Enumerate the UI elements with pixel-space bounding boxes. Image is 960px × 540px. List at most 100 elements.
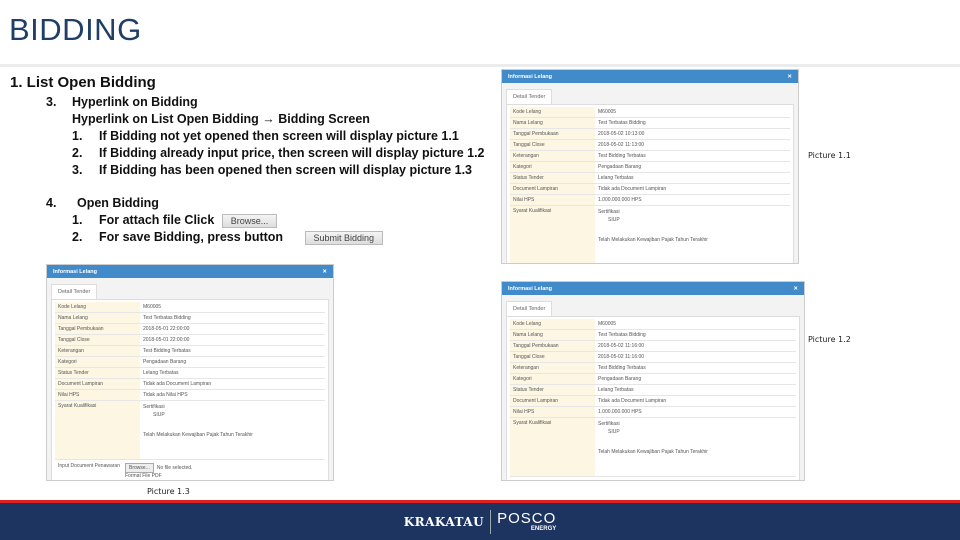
modal-header: Informasi Lelang ✕ xyxy=(47,265,333,278)
step4-item-2: For save Bidding, press button Submit Bi… xyxy=(99,230,384,245)
detail-value: M60005 xyxy=(598,109,617,115)
detail-value: 2018-05-02 11:16:00 xyxy=(598,343,645,349)
status-note: Bidding Already Input Price xyxy=(510,477,796,480)
detail-row: Keterangan Test Bidding Terbatas xyxy=(510,151,790,162)
close-icon[interactable]: ✕ xyxy=(787,74,792,80)
detail-label: Nilai HPS xyxy=(510,407,595,417)
detail-label: Keterangan xyxy=(55,346,140,356)
posco-energy-logo: POSCO ENERGY xyxy=(497,511,556,532)
detail-value: M60005 xyxy=(143,304,162,310)
step3-item-1-num: 1. xyxy=(72,129,83,143)
detail-value: 2018-05-02 11:13:00 xyxy=(598,142,645,148)
detail-label: Kategori xyxy=(510,162,595,172)
detail-value: 2018-05-02 10:13:00 xyxy=(598,131,645,137)
detail-label: Tanggal Pembukaan xyxy=(55,324,140,334)
detail-row: Nama Lelang Test Terbatas Bidding xyxy=(55,313,325,324)
detail-value: Pengadaan Barang xyxy=(143,359,187,365)
detail-label: Nama Lelang xyxy=(510,330,595,340)
step4-item-1: For attach file Click Browse... xyxy=(99,213,278,228)
qualification-label: Syarat Kualifikasi xyxy=(510,418,595,476)
detail-row: Tanggal Pembukaan 2018-05-02 10:13:00 xyxy=(510,129,790,140)
browse-button-image: Browse... xyxy=(221,213,278,228)
step4-num: 4. xyxy=(46,196,57,210)
tab-detail-tender[interactable]: Detail Tender xyxy=(506,301,553,316)
tab-detail-tender[interactable]: Detail Tender xyxy=(506,89,553,104)
detail-value: Tidak ada Document Lampiran xyxy=(598,186,667,192)
close-icon[interactable]: ✕ xyxy=(322,269,327,275)
posco-logo-text: POSCO xyxy=(497,510,557,527)
krakatau-logo: KRAKATAU xyxy=(403,514,485,529)
detail-label: Nilai HPS xyxy=(510,195,595,205)
detail-value: Test Bidding Terbatas xyxy=(598,365,646,371)
detail-row: Kategori Pengadaan Barang xyxy=(55,357,325,368)
step3-item-2: If Bidding already input price, then scr… xyxy=(99,146,485,160)
detail-row: Status Tender Lelang Terbatas xyxy=(55,368,325,379)
picture-1-1-modal: Informasi Lelang ✕ Detail Tender Kode Lelan… xyxy=(501,69,799,264)
detail-row: Kategori Pengadaan Barang xyxy=(510,374,796,385)
qualification-list: Sertifikasi SIUP Telah Melakukan Kewajiban… xyxy=(140,401,325,459)
detail-row: Kode Lelang M60005 xyxy=(510,319,796,330)
detail-value: 1.000.000.000 HPS xyxy=(598,409,642,415)
step3-item-3: If Bidding has been opened then screen w… xyxy=(99,163,472,177)
detail-label: Keterangan xyxy=(510,151,595,161)
modal-header: Informasi Lelang ✕ xyxy=(502,70,798,83)
detail-label: Keterangan xyxy=(510,363,595,373)
close-icon[interactable]: ✕ xyxy=(793,286,798,292)
detail-row: Kode Lelang M60005 xyxy=(510,107,790,118)
detail-panel: Kode Lelang M60005 Nama Lelang Test Terbata… xyxy=(506,316,800,480)
detail-label: Document Lampiran xyxy=(510,396,595,406)
detail-row: Tanggal Close 2018-05-02 11:13:00 xyxy=(510,140,790,151)
detail-value: Test Terbatas Bidding xyxy=(143,315,191,321)
detail-label: Document Lampiran xyxy=(55,379,140,389)
qualification-item: SIUP xyxy=(608,429,620,435)
detail-row: Status Tender Lelang Terbatas xyxy=(510,385,796,396)
picture-1-2-modal: Informasi Lelang ✕ Detail Tender Kode Lelan… xyxy=(501,281,805,481)
detail-label: Kode Lelang xyxy=(510,107,595,117)
modal-body: Detail Tender Kode Lelang M60005 Nama Lelan… xyxy=(502,83,798,263)
detail-value: Lelang Terbatas xyxy=(143,370,179,376)
browse-button[interactable]: Browse... xyxy=(125,463,154,473)
qualification-label: Syarat Kualifikasi xyxy=(55,401,140,459)
detail-panel: Kode Lelang M60005 Nama Lelang Test Terbata… xyxy=(51,299,329,480)
qualification-item: Sertifikasi xyxy=(598,209,620,215)
step4-item-2-num: 2. xyxy=(72,230,83,244)
modal-header: Informasi Lelang ✕ xyxy=(502,282,804,295)
detail-value: Tidak ada Nilai HPS xyxy=(143,392,188,398)
detail-row: Nama Lelang Test Terbatas Bidding xyxy=(510,118,790,129)
detail-value: Lelang Terbatas xyxy=(598,175,634,181)
qualification-item: SIUP xyxy=(153,412,165,418)
picture-1-3-modal: Informasi Lelang ✕ Detail Tender Kode Lelan… xyxy=(46,264,334,481)
qualification-item: Sertifikasi xyxy=(598,421,620,427)
picture-1-3-caption: Picture 1.3 xyxy=(147,487,190,496)
detail-value: Test Bidding Terbatas xyxy=(143,348,191,354)
detail-row: Status Tender Lelang Terbatas xyxy=(510,173,790,184)
step3-heading: Hyperlink on Bidding xyxy=(72,95,198,109)
modal-body: Detail Tender Kode Lelang M60005 Nama Lelan… xyxy=(502,295,804,480)
section-heading: 1. List Open Bidding xyxy=(10,74,156,91)
detail-label: Kategori xyxy=(55,357,140,367)
tab-detail-tender[interactable]: Detail Tender xyxy=(51,284,98,299)
qualification-item: Telah Melakukan Kewajiban Pajak Tahun Te… xyxy=(598,449,708,455)
detail-value: Pengadaan Barang xyxy=(598,376,642,382)
picture-1-2-caption: Picture 1.2 xyxy=(808,335,851,344)
footer-bar: KRAKATAU POSCO ENERGY xyxy=(0,503,960,540)
qualification-item: SIUP xyxy=(608,217,620,223)
detail-row: Nilai HPS Tidak ada Nilai HPS xyxy=(55,390,325,401)
step4-item-2-text: For save Bidding, press button xyxy=(99,230,284,244)
detail-label: Nilai HPS xyxy=(55,390,140,400)
detail-label: Document Lampiran xyxy=(510,184,595,194)
detail-label: Nama Lelang xyxy=(55,313,140,323)
detail-value: 2018-05-01 22:00:00 xyxy=(143,337,190,343)
qualification-item: Telah Melakukan Kewajiban Pajak Tahun Te… xyxy=(143,432,253,438)
slide-title: BIDDING xyxy=(9,12,142,47)
detail-row: Nama Lelang Test Terbatas Bidding xyxy=(510,330,796,341)
input-document-row: Input Document Penawaran Browse... No file… xyxy=(55,460,325,480)
title-divider xyxy=(0,64,960,67)
detail-row: Document Lampiran Tidak ada Document Lamp… xyxy=(510,184,790,195)
input-document-label: Input Document Penawaran xyxy=(58,463,120,469)
qualification-list: Sertifikasi SIUP Telah Melakukan Kewajiban… xyxy=(595,418,796,476)
detail-value: 2018-05-02 11:16:00 xyxy=(598,354,645,360)
detail-label: Status Tender xyxy=(510,385,595,395)
modal-title: Informasi Lelang xyxy=(508,285,553,292)
detail-row: Keterangan Test Bidding Terbatas xyxy=(55,346,325,357)
